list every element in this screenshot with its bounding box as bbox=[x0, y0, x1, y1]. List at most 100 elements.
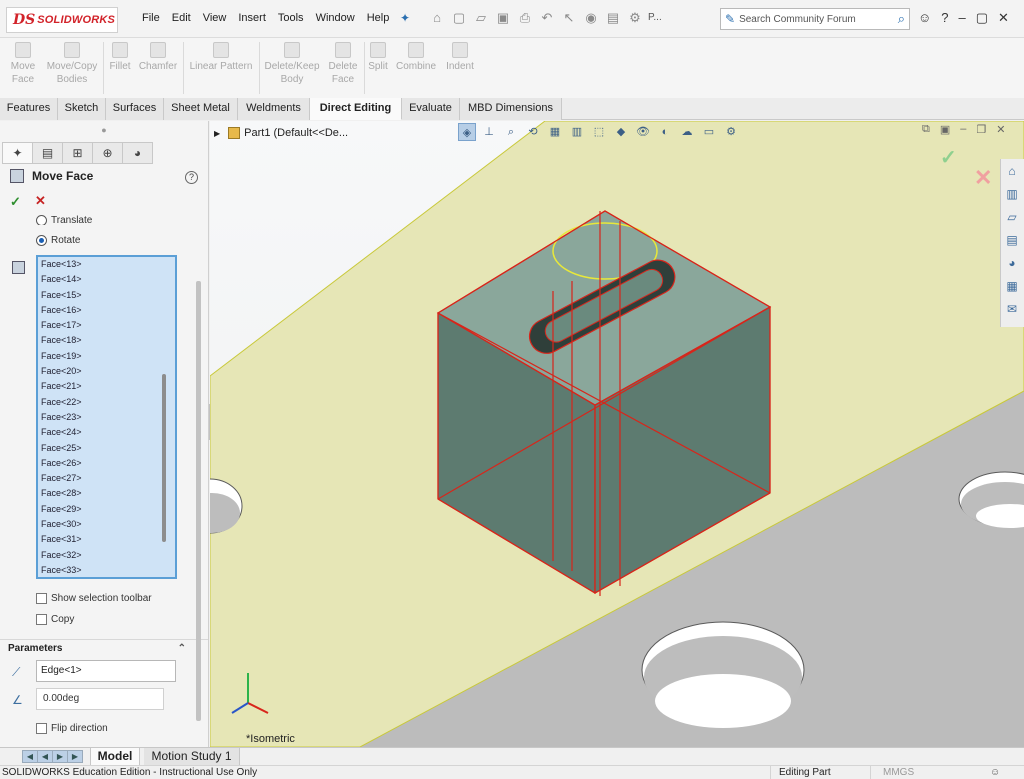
zoom-area-icon[interactable]: ⌕ bbox=[502, 123, 520, 141]
list-item[interactable]: Face<33> bbox=[38, 563, 175, 577]
last-tab-icon[interactable]: ▶ bbox=[67, 750, 83, 763]
hide-show-items-icon[interactable]: 👁 bbox=[634, 123, 652, 141]
confirm-corner-ok-icon[interactable]: ✓ bbox=[940, 145, 957, 170]
list-item[interactable]: Face<22> bbox=[38, 395, 175, 410]
vp-minimize-icon[interactable]: – bbox=[960, 123, 966, 136]
axis-edge-field[interactable]: Edge<1> bbox=[36, 660, 176, 682]
custom-properties-icon[interactable]: ▦ bbox=[1001, 275, 1023, 297]
list-item[interactable]: Face<28> bbox=[38, 486, 175, 501]
list-item[interactable]: Face<27> bbox=[38, 471, 175, 486]
restore-icon[interactable]: ⧉ bbox=[922, 123, 930, 136]
cancel-button[interactable]: ✕ bbox=[35, 193, 46, 209]
list-item[interactable]: Face<32> bbox=[38, 548, 175, 563]
tab-model[interactable]: Model bbox=[90, 748, 140, 766]
list-item[interactable]: Face<30> bbox=[38, 517, 175, 532]
split-button[interactable]: Split bbox=[366, 42, 390, 73]
first-tab-icon[interactable]: ◀ bbox=[22, 750, 38, 763]
help-icon[interactable]: ? bbox=[185, 171, 198, 184]
list-item[interactable]: Face<29> bbox=[38, 502, 175, 517]
list-item[interactable]: Face<19> bbox=[38, 349, 175, 364]
undo-icon[interactable]: ↶ bbox=[538, 9, 556, 27]
home-icon[interactable]: ⌂ bbox=[428, 9, 446, 27]
menu-help[interactable]: Help bbox=[361, 12, 396, 24]
propertymanager-tab-icon[interactable]: ▤ bbox=[32, 142, 63, 164]
search-icon[interactable]: ⌕ bbox=[898, 11, 905, 27]
view-orientation-icon[interactable]: ⬚ bbox=[590, 123, 608, 141]
list-item[interactable]: Face<21> bbox=[38, 379, 175, 394]
configurationmanager-tab-icon[interactable]: ⊞ bbox=[62, 142, 93, 164]
search-input[interactable]: Search Community Forum bbox=[739, 14, 898, 25]
appearances-icon[interactable]: ◕ bbox=[1001, 252, 1023, 274]
tab-surfaces[interactable]: Surfaces bbox=[106, 98, 164, 120]
menu-tools[interactable]: Tools bbox=[272, 12, 310, 24]
delete-keep-body-button[interactable]: Delete/Keep Body bbox=[262, 42, 322, 86]
tab-features[interactable]: Features bbox=[0, 98, 58, 120]
options-gear-icon[interactable]: ⚙ bbox=[626, 9, 644, 27]
list-item[interactable]: Face<25> bbox=[38, 441, 175, 456]
pin-icon[interactable]: ✦ bbox=[400, 11, 410, 25]
new-document-icon[interactable]: ▢ bbox=[450, 9, 468, 27]
zoom-to-fit-icon[interactable]: ⊥ bbox=[480, 123, 498, 141]
view-settings-icon[interactable]: ▭ bbox=[700, 123, 718, 141]
display-style-icon[interactable]: ◆ bbox=[612, 123, 630, 141]
section-view-icon[interactable]: ▦ bbox=[546, 123, 564, 141]
minimize-icon[interactable]: – bbox=[959, 10, 966, 26]
select-arrow-icon[interactable]: ↖ bbox=[560, 9, 578, 27]
menu-insert[interactable]: Insert bbox=[232, 12, 272, 24]
tab-weldments[interactable]: Weldments bbox=[238, 98, 310, 120]
part-name[interactable]: Part1 (Default<<De... bbox=[244, 127, 348, 139]
list-item[interactable]: Face<20> bbox=[38, 364, 175, 379]
fillet-button[interactable]: Fillet bbox=[106, 42, 134, 73]
realview-icon[interactable]: ⚙ bbox=[722, 123, 740, 141]
list-item[interactable]: Face<13> bbox=[38, 257, 175, 272]
vp-close-icon[interactable]: ✕ bbox=[996, 123, 1005, 136]
tab-evaluate[interactable]: Evaluate bbox=[402, 98, 460, 120]
faces-selection-list[interactable]: Face<13> Face<14> Face<15> Face<16> Face<17>… bbox=[36, 255, 177, 579]
design-library-icon[interactable]: ▥ bbox=[1001, 183, 1023, 205]
apply-scene-icon[interactable]: ☁ bbox=[678, 123, 696, 141]
search-box[interactable]: ✎ Search Community Forum ⌕ bbox=[720, 8, 910, 30]
pane-scrollbar[interactable] bbox=[196, 281, 201, 721]
list-item[interactable]: Face<15> bbox=[38, 288, 175, 303]
user-icon[interactable]: ☺ bbox=[918, 10, 931, 26]
feature-tree-flyout[interactable]: ▶ Part1 (Default<<De... bbox=[214, 127, 348, 139]
expand-arrow-icon[interactable]: ▶ bbox=[214, 129, 220, 138]
tile-icon[interactable]: ▣ bbox=[940, 123, 950, 136]
menu-window[interactable]: Window bbox=[310, 12, 361, 24]
close-icon[interactable]: ✕ bbox=[998, 10, 1009, 26]
list-item[interactable]: Face<31> bbox=[38, 532, 175, 547]
unit-system[interactable]: MMGS bbox=[870, 766, 940, 779]
model-view[interactable] bbox=[210, 121, 1024, 747]
edit-appearance-icon[interactable]: ◐ bbox=[656, 123, 674, 141]
move-face-button[interactable]: Move Face bbox=[4, 42, 42, 86]
help-button[interactable]: ? bbox=[941, 10, 948, 26]
solidworks-logo[interactable]: DS SOLIDWORKS bbox=[6, 7, 118, 33]
menu-view[interactable]: View bbox=[197, 12, 233, 24]
list-item[interactable]: Face<17> bbox=[38, 318, 175, 333]
next-tab-icon[interactable]: ▶ bbox=[52, 750, 68, 763]
quick-tips-icon[interactable]: ☺ bbox=[990, 766, 1000, 779]
flip-direction-checkbox[interactable]: Flip direction bbox=[36, 723, 108, 734]
move-copy-bodies-button[interactable]: Move/Copy Bodies bbox=[44, 42, 100, 86]
pane-grip-icon[interactable]: ● bbox=[0, 121, 208, 141]
menu-edit[interactable]: Edit bbox=[166, 12, 197, 24]
list-item[interactable]: Face<24> bbox=[38, 425, 175, 440]
list-item[interactable]: Face<18> bbox=[38, 333, 175, 348]
maximize-icon[interactable]: ▢ bbox=[976, 10, 988, 26]
tab-direct-editing[interactable]: Direct Editing bbox=[310, 98, 402, 120]
list-item[interactable]: Face<16> bbox=[38, 303, 175, 318]
linear-pattern-button[interactable]: Linear Pattern bbox=[186, 42, 256, 73]
menu-file[interactable]: File bbox=[136, 12, 166, 24]
previous-view-icon[interactable]: ⟲ bbox=[524, 123, 542, 141]
rotate-radio[interactable]: Rotate bbox=[36, 235, 80, 246]
dimxpert-tab-icon[interactable]: ⊕ bbox=[92, 142, 123, 164]
print-icon[interactable]: ⎙ bbox=[516, 9, 534, 27]
dynamic-annotation-icon[interactable]: ▥ bbox=[568, 123, 586, 141]
view-palette-icon[interactable]: ▤ bbox=[1001, 229, 1023, 251]
open-icon[interactable]: ▱ bbox=[472, 9, 490, 27]
display-manager-tab-icon[interactable]: ◕ bbox=[122, 142, 153, 164]
list-item[interactable]: Face<23> bbox=[38, 410, 175, 425]
more-tools[interactable]: P... bbox=[648, 9, 662, 27]
prev-tab-icon[interactable]: ◀ bbox=[37, 750, 53, 763]
forum-icon[interactable]: ✉ bbox=[1001, 298, 1023, 320]
